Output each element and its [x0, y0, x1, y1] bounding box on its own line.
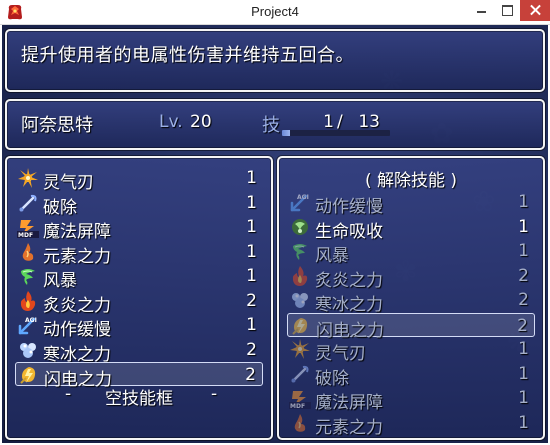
equipped-skill-row[interactable]: 灵气刃 1	[287, 337, 535, 364]
equipped-skill-row[interactable]: AGI 动作缓慢 1	[287, 190, 535, 217]
skill-name: 魔法屏障	[43, 222, 111, 242]
magic-barrier-mdf-icon: MDF	[289, 387, 311, 409]
elemental-power-icon	[17, 241, 39, 263]
skill-slot-cost: 1	[246, 168, 257, 188]
skill-name: 动作缓慢	[315, 197, 383, 217]
skill-slot-cost: 1	[246, 241, 257, 262]
flame-power-icon	[289, 265, 311, 287]
actor-name: 阿奈思特	[21, 115, 93, 136]
skill-slots-max: 13	[358, 112, 380, 132]
skill-slot-cost: 2	[246, 339, 257, 360]
skill-list-row[interactable]: 风暴 1	[15, 264, 263, 291]
lightning-power-icon	[290, 315, 312, 337]
slow-agi-icon: AGI	[17, 317, 37, 336]
skill-slot-cost: 2	[517, 315, 528, 336]
empty-slot-dash-right: -	[211, 384, 218, 404]
skill-slot-cost: 1	[518, 363, 529, 384]
empty-slot-label: 空技能框	[105, 389, 173, 409]
skill-list-window: 灵气刃 1 破除 1 MDF 魔法屏障 1 元素之力 1 风暴 1 炙炎之力 2 AGI 动作缓慢 1 寒冰之力…	[5, 156, 273, 440]
remove-skill-option[interactable]: ( 解除技能 )	[279, 166, 543, 191]
equipped-skill-window: ( 解除技能 ) AGI 动作缓慢 1 生命吸收 1 风暴 1 炙炎之力 2 寒冰之力 2 闪电之力 2…	[277, 156, 545, 440]
skill-name: 风暴	[43, 271, 77, 291]
flame-power-icon	[17, 290, 39, 312]
skill-name: 寒冰之力	[43, 344, 111, 365]
skill-slot-cost: 1	[518, 339, 529, 359]
equipped-skill-row[interactable]: 闪电之力 2	[287, 312, 535, 341]
equipped-skill-row[interactable]: 寒冰之力 2	[287, 288, 535, 315]
svg-text:AGI: AGI	[25, 317, 37, 324]
skill-name: 破除	[315, 368, 349, 389]
aura-blade-icon	[289, 338, 311, 360]
svg-text:MDF: MDF	[18, 232, 33, 238]
equipped-skill-row[interactable]: 元素之力 1	[287, 411, 535, 438]
skill-name: 元素之力	[315, 417, 383, 438]
skill-name: 灵气刃	[315, 344, 366, 364]
equipped-skill-row[interactable]: MDF 魔法屏障 1	[287, 386, 535, 413]
skill-slot-cost: 1	[518, 388, 529, 408]
equipped-skill-row[interactable]: 破除 1	[287, 362, 535, 389]
skill-name: 魔法屏障	[315, 393, 383, 413]
skill-slot-cost: 2	[518, 290, 529, 310]
life-drain-icon	[289, 216, 311, 238]
skill-name: 元素之力	[43, 246, 111, 267]
actor-status-window: 阿奈思特 Lv. 20 技 1 / 13	[5, 99, 545, 150]
ice-power-icon	[17, 339, 39, 361]
skill-slot-cost: 2	[518, 265, 529, 286]
skill-list-row[interactable]: 炙炎之力 2	[15, 289, 263, 316]
skill-slot-cost: 1	[246, 315, 257, 335]
ice-power-icon	[289, 289, 311, 311]
help-window: 提升使用者的电属性伤害并维持五回合。	[5, 29, 545, 92]
skill-slot-gauge-fill	[282, 130, 291, 136]
storm-icon	[289, 240, 311, 262]
skill-name: 破除	[43, 197, 77, 218]
magic-barrier-mdf-icon: MDF	[17, 216, 39, 238]
title-bar: Project4	[0, 0, 550, 25]
aura-blade-icon	[17, 167, 39, 189]
game-screen: ❋ ✿ ❀ ✾ ❋ 提升使用者的电属性伤害并维持五回合。 阿奈思特 Lv. 20…	[2, 25, 548, 443]
skill-slot-cost: 1	[518, 241, 529, 261]
skill-list-row[interactable]: MDF 魔法屏障 1	[15, 215, 263, 242]
level-value: 20	[190, 112, 212, 132]
skill-list-row[interactable]: 元素之力 1	[15, 240, 263, 267]
equipped-skill-row[interactable]: 炙炎之力 2	[287, 264, 535, 291]
maximize-button[interactable]	[494, 0, 520, 21]
dispel-icon	[17, 192, 39, 214]
skill-slots-separator: /	[337, 112, 343, 132]
skill-slot-cost: 1	[518, 412, 529, 433]
skill-description: 提升使用者的电属性伤害并维持五回合。	[21, 45, 354, 66]
skill-name: 寒冰之力	[315, 295, 383, 315]
svg-text:MDF: MDF	[290, 403, 305, 409]
equipped-skill-row[interactable]: 生命吸收 1	[287, 215, 535, 242]
skill-name: 炙炎之力	[315, 270, 383, 291]
slow-agi-icon: AGI	[289, 194, 309, 213]
minimize-button[interactable]	[468, 0, 494, 21]
skill-slot-cost: 2	[246, 290, 257, 311]
empty-skill-slot-row[interactable]: - 空技能框 -	[15, 382, 263, 409]
skill-slot-cost: 1	[246, 217, 257, 237]
skill-name: 生命吸收	[315, 221, 383, 242]
skill-slot-cost: 1	[246, 192, 257, 213]
dispel-icon	[289, 363, 311, 385]
svg-text:AGI: AGI	[297, 194, 309, 201]
close-button[interactable]	[520, 0, 550, 21]
skill-list-row[interactable]: 灵气刃 1	[15, 166, 263, 193]
skill-slot-cost: 1	[246, 266, 257, 286]
skill-slots-used: 1	[323, 112, 334, 132]
skill-name: 风暴	[315, 246, 349, 266]
skill-list-row[interactable]: 寒冰之力 2	[15, 338, 263, 365]
skill-slot-cost: 1	[518, 192, 529, 212]
elemental-power-icon	[289, 412, 311, 434]
skill-name: 炙炎之力	[43, 295, 111, 316]
storm-icon	[17, 265, 39, 287]
skill-list-row[interactable]: 破除 1	[15, 191, 263, 218]
skill-list-row[interactable]: AGI 动作缓慢 1	[15, 313, 263, 340]
skill-slot-label: 技	[262, 115, 280, 136]
equipped-skill-row[interactable]: 风暴 1	[287, 239, 535, 266]
skill-name: 灵气刃	[43, 173, 94, 193]
skill-slot-cost: 1	[518, 216, 529, 237]
skill-name: 动作缓慢	[43, 320, 111, 340]
level-label: Lv.	[159, 112, 183, 132]
